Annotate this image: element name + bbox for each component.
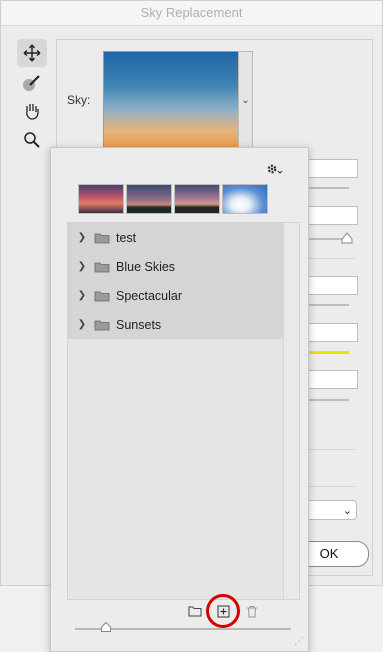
field-1[interactable] bbox=[301, 159, 358, 178]
list-item[interactable]: ❯ test bbox=[68, 223, 284, 252]
move-tool-button[interactable] bbox=[17, 39, 47, 67]
resize-grip-icon[interactable]: ⋰ bbox=[294, 636, 304, 647]
sky-preset-list: ❯ test ❯ Blue Skies ❯ Spectacular ❯ Suns… bbox=[67, 222, 300, 600]
divider bbox=[301, 486, 355, 487]
thumbnail-size-knob[interactable] bbox=[101, 622, 111, 632]
chevron-right-icon[interactable]: ❯ bbox=[74, 261, 90, 272]
folder-icon bbox=[94, 262, 110, 272]
divider bbox=[301, 258, 355, 259]
list-item[interactable]: ❯ Sunsets bbox=[68, 310, 284, 339]
highlight-circle bbox=[206, 594, 240, 628]
sky-label: Sky: bbox=[67, 93, 91, 107]
brush-icon bbox=[23, 75, 40, 91]
chevron-right-icon[interactable]: ❯ bbox=[74, 319, 90, 330]
sky-presets-popup: ❯ test ❯ Blue Skies ❯ Spectacular ❯ Suns… bbox=[50, 147, 309, 652]
delete-icon bbox=[247, 605, 257, 617]
zoom-icon bbox=[24, 132, 40, 148]
hand-tool-button[interactable] bbox=[17, 97, 47, 125]
field-4[interactable] bbox=[301, 323, 358, 342]
new-group-folder-button[interactable] bbox=[187, 603, 203, 619]
folder-label: Sunsets bbox=[116, 317, 162, 332]
field-2[interactable]: 0 bbox=[301, 206, 358, 225]
folder-icon bbox=[94, 233, 110, 243]
sky-dropdown-button[interactable]: ⌄ bbox=[238, 51, 253, 151]
recent-sky-thumbnail[interactable] bbox=[222, 184, 268, 214]
delete-button[interactable] bbox=[244, 603, 260, 619]
field-5[interactable]: 0 bbox=[301, 370, 358, 389]
hand-icon bbox=[26, 104, 39, 120]
folder-icon bbox=[94, 320, 110, 330]
recent-sky-thumbnail[interactable] bbox=[174, 184, 220, 214]
recent-sky-thumbnail[interactable] bbox=[78, 184, 124, 214]
sky-preview-thumbnail[interactable] bbox=[103, 51, 240, 149]
zoom-tool-button[interactable] bbox=[17, 126, 47, 154]
sky-brush-tool-button[interactable] bbox=[17, 69, 47, 97]
scrollbar[interactable] bbox=[283, 223, 299, 599]
list-item[interactable]: ❯ Blue Skies bbox=[68, 252, 284, 281]
chevron-right-icon[interactable]: ❯ bbox=[74, 290, 90, 301]
gear-icon[interactable] bbox=[265, 162, 283, 179]
divider bbox=[301, 449, 355, 450]
folder-label: Spectacular bbox=[116, 288, 183, 303]
folder-label: Blue Skies bbox=[116, 259, 176, 274]
new-group-folder-icon bbox=[188, 606, 202, 617]
chevron-down-icon: ⌄ bbox=[241, 95, 250, 106]
window-title: Sky Replacement bbox=[1, 1, 382, 26]
folder-icon bbox=[94, 291, 110, 301]
field-3[interactable] bbox=[301, 276, 358, 295]
move-icon bbox=[23, 44, 41, 62]
recent-sky-thumbnail[interactable] bbox=[126, 184, 172, 214]
slider-2-knob[interactable] bbox=[341, 232, 353, 244]
chevron-down-icon: ⌄ bbox=[342, 505, 352, 517]
folder-label: test bbox=[116, 230, 137, 245]
chevron-right-icon[interactable]: ❯ bbox=[74, 232, 90, 243]
list-item[interactable]: ❯ Spectacular bbox=[68, 281, 284, 310]
